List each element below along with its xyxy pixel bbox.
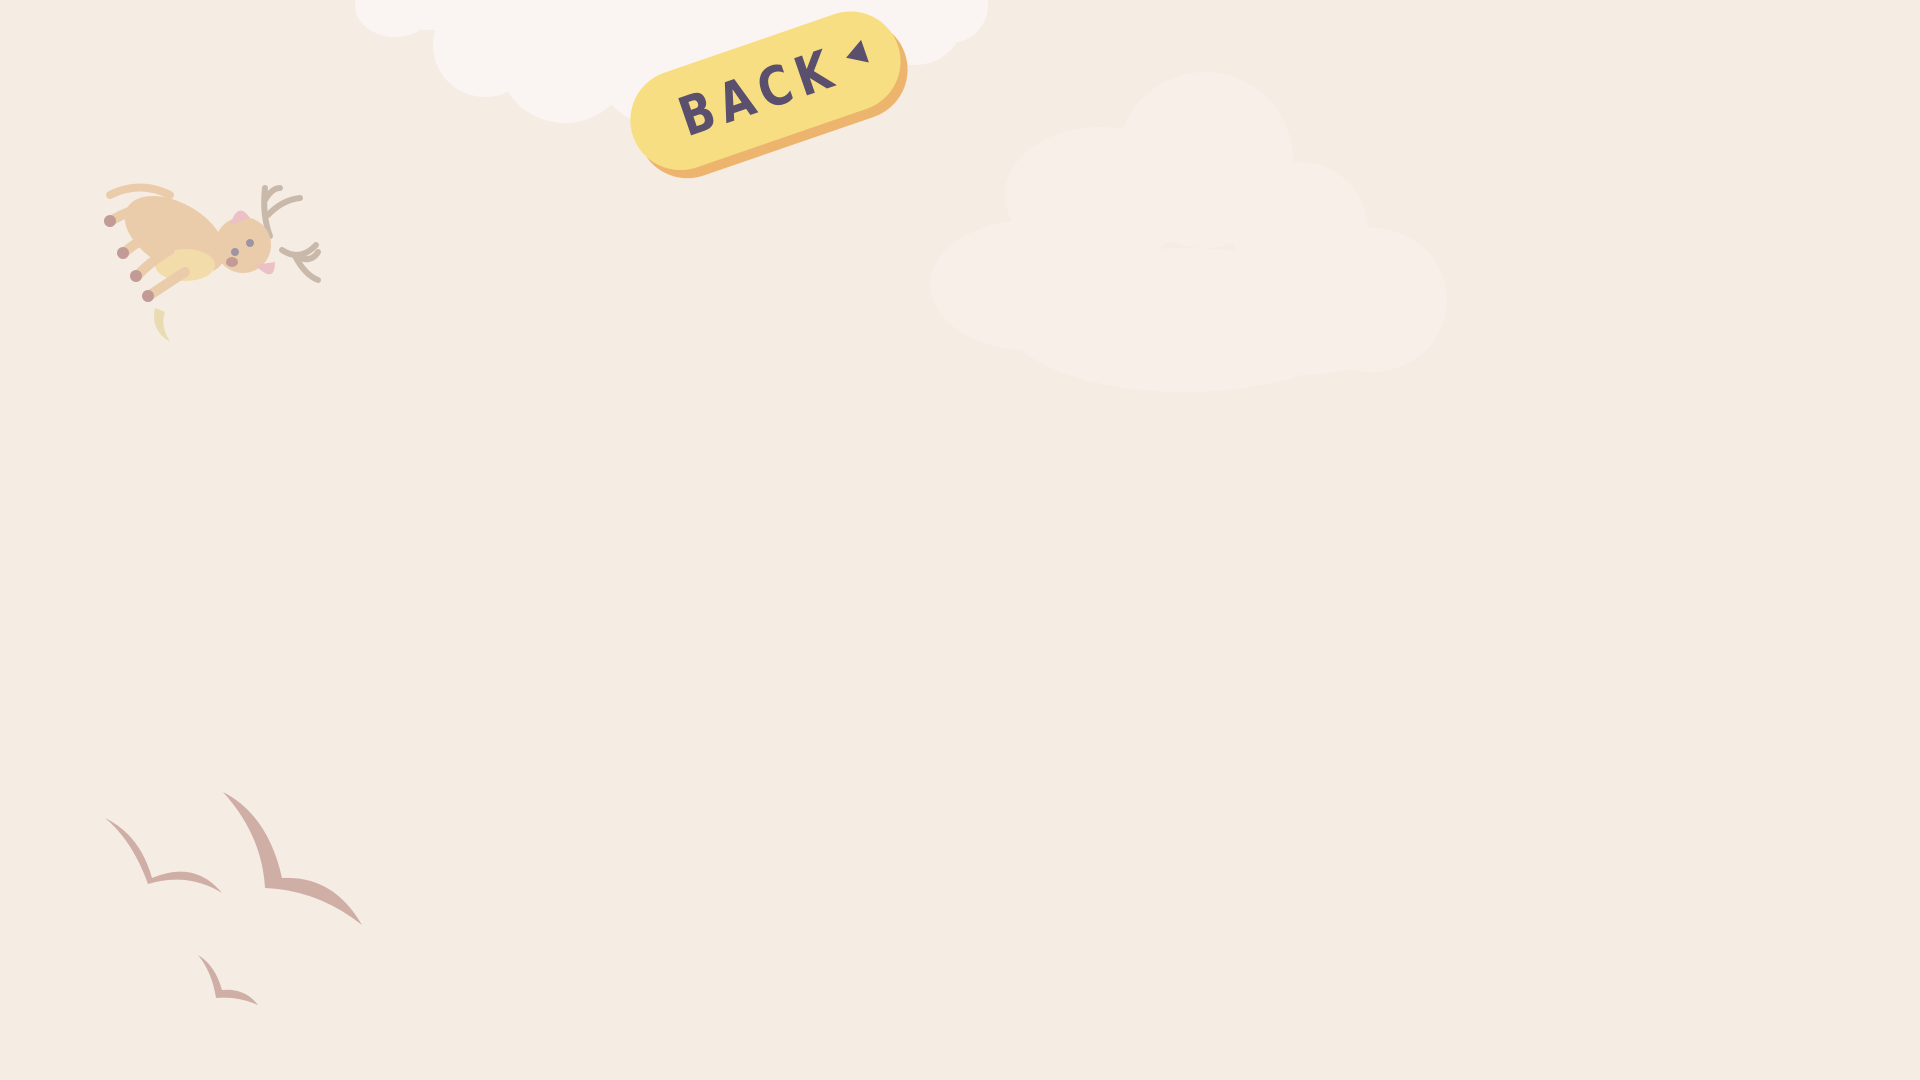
birds	[105, 792, 362, 1005]
triangle-left-icon	[842, 39, 870, 69]
right-cloud	[930, 72, 1447, 392]
flying-reindeer	[104, 183, 321, 342]
bird-small	[198, 955, 258, 1005]
back-button[interactable]: BACK	[616, 0, 922, 192]
sky-background	[0, 0, 1920, 1080]
game-scene: BACK	[0, 0, 1920, 1080]
bird-medium	[105, 818, 222, 893]
bird-large	[223, 792, 362, 925]
back-button-face[interactable]: BACK	[616, 0, 915, 184]
background-layer	[0, 0, 1920, 1080]
